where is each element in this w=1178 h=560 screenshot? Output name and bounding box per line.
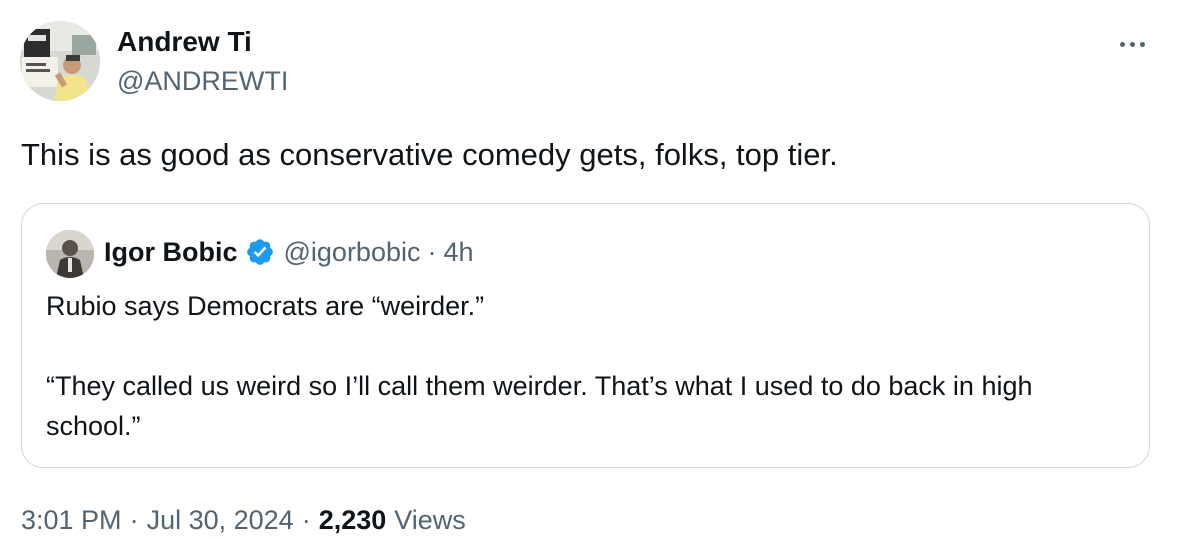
tweet: Andrew Ti @ANDREWTI This is as good as c… xyxy=(0,0,1178,560)
verified-badge-icon xyxy=(246,239,273,265)
more-options-button[interactable] xyxy=(1110,26,1154,62)
quoted-author-name[interactable]: Igor Bobic xyxy=(104,234,238,270)
quoted-tweet[interactable]: Igor Bobic @igorbobic · 4h Rubio says De… xyxy=(21,203,1150,468)
quoted-author-avatar-image xyxy=(46,230,94,278)
author-name[interactable]: Andrew Ti xyxy=(117,24,252,60)
meta-separator: · xyxy=(129,505,139,535)
author-avatar[interactable] xyxy=(20,21,100,101)
more-horizontal-icon xyxy=(1129,41,1135,47)
author-avatar-image xyxy=(20,21,100,101)
tweet-metadata: 3:01 PM · Jul 30, 2024 · 2,230 Views xyxy=(21,502,466,538)
more-horizontal-icon xyxy=(1139,41,1145,47)
post-date[interactable]: Jul 30, 2024 xyxy=(147,502,294,538)
quoted-paragraph: Rubio says Democrats are “weirder.” xyxy=(46,291,485,321)
post-time[interactable]: 3:01 PM xyxy=(21,502,122,538)
quoted-author-avatar[interactable] xyxy=(46,230,94,278)
tweet-text: This is as good as conservative comedy g… xyxy=(21,137,838,172)
quoted-tweet-time[interactable]: 4h xyxy=(443,234,473,270)
quoted-paragraph: “They called us weird so I’ll call them … xyxy=(46,371,1033,441)
meta-separator: · xyxy=(301,505,311,535)
quoted-tweet-header: Igor Bobic @igorbobic · 4h xyxy=(104,234,474,270)
views-count: 2,230 xyxy=(318,505,387,535)
quoted-tweet-text: Rubio says Democrats are “weirder.” “The… xyxy=(46,286,1126,446)
quoted-author-handle[interactable]: @igorbobic xyxy=(284,234,421,270)
more-horizontal-icon xyxy=(1119,41,1125,47)
views-label: Views xyxy=(394,505,466,535)
header-separator: · xyxy=(427,237,437,267)
author-handle[interactable]: @ANDREWTI xyxy=(117,64,288,98)
